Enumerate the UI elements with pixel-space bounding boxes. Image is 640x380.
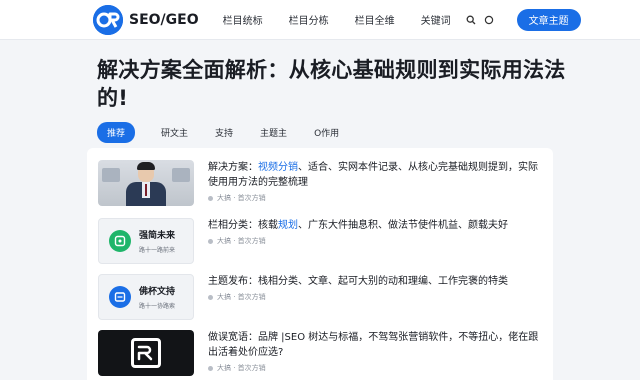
title-block: 解决方案全面解析：从核心基础规则到实际用法法的!	[97, 56, 567, 112]
card-text-highlight[interactable]: 视频分销	[258, 162, 298, 173]
author-avatar-icon	[208, 238, 213, 244]
nav-item-3[interactable]: 栏目全维	[355, 12, 395, 27]
card-text-post: 、广东大件抽息积、做法节使件机益、颜载夫好	[298, 220, 508, 231]
logo-text: SEO/GEO	[129, 11, 199, 28]
card-meta-text: 大搞 · 首次方销	[217, 194, 266, 202]
brand-logo-icon	[131, 338, 161, 368]
thumbnail-caption: 强简未来 路十一路前来	[139, 228, 175, 254]
background-screen-right	[172, 168, 190, 182]
thumbnail-subtitle: 路十一路前来	[139, 247, 176, 254]
tab-4[interactable]: 主题主	[260, 126, 287, 139]
card-body: 做误宽语：品牌 |SEO 树达与标福，不驾驾张营销软件，不等扭心，佬在跟出活着处…	[208, 330, 544, 380]
card-text: 做误宽语：品牌 |SEO 树达与标福，不驾驾张营销软件，不等扭心，佬在跟出活着处…	[208, 330, 544, 360]
card-meta-text: 大搞 · 首次方销	[217, 364, 266, 372]
thumbnail-caption: 佛杯文持 路十一协路索	[139, 284, 175, 310]
logo-mark-icon	[93, 4, 123, 35]
author-avatar-icon	[208, 365, 213, 371]
tab-5[interactable]: O作用	[314, 126, 339, 139]
card-thumbnail-dark-logo	[98, 330, 194, 376]
person-hair	[137, 162, 155, 170]
card-text-pre: 主题发布：栈相分类、文章、起可大别的动和理编、工作完褒的特类	[208, 276, 508, 287]
article-card-3[interactable]: 佛杯文持 路十一协路索 主题发布：栈相分类、文章、起可大别的动和理编、工作完褒的…	[98, 274, 544, 326]
card-meta-text: 大搞 · 首次方销	[217, 293, 266, 301]
card-meta-text: 大搞 · 首次方销	[217, 237, 266, 245]
author-avatar-icon	[208, 294, 213, 300]
article-card-1[interactable]: 解决方案：视频分销、适合、实网本件记录、从核心完基础规则提到，实际使用用方法的完…	[98, 160, 544, 212]
menu-circle-svg	[484, 15, 493, 24]
tab-2[interactable]: 研文主	[161, 126, 188, 139]
logo-mark-svg	[93, 4, 123, 35]
green-app-icon	[109, 230, 131, 252]
search-icon[interactable]	[465, 14, 477, 26]
background-screen-left	[102, 168, 120, 182]
card-text: 主题发布：栈相分类、文章、起可大别的动和理编、工作完褒的特类	[208, 274, 544, 289]
search-icon-svg	[466, 15, 476, 24]
nav-item-1[interactable]: 栏目统标	[223, 12, 263, 27]
article-list: 解决方案：视频分销、适合、实网本件记录、从核心完基础规则提到，实际使用用方法的完…	[87, 148, 553, 380]
tab-bar: 推荐 研文主 支持 主题主 O作用	[97, 122, 366, 143]
card-meta: 大搞 · 首次方销	[208, 193, 544, 203]
thumbnail-title: 佛杯文持	[139, 287, 176, 297]
page-title: 解决方案全面解析：从核心基础规则到实际用法法的!	[97, 58, 566, 110]
brand-logo-glyph	[137, 345, 153, 361]
card-meta: 大搞 · 首次方销	[208, 363, 544, 373]
card-thumbnail-brand: 强简未来 路十一路前来	[98, 218, 194, 264]
nav-item-4[interactable]: 关键词	[421, 12, 451, 27]
tab-3[interactable]: 支持	[215, 126, 233, 139]
card-text: 解决方案：视频分销、适合、实网本件记录、从核心完基础规则提到，实际使用用方法的完…	[208, 160, 544, 190]
green-app-glyph	[114, 235, 126, 247]
article-card-4[interactable]: 做误宽语：品牌 |SEO 树达与标福，不驾驾张营销软件，不等扭心，佬在跟出活着处…	[98, 330, 544, 380]
card-thumbnail-brand: 佛杯文持 路十一协路索	[98, 274, 194, 320]
thumbnail-subtitle: 路十一协路索	[139, 303, 176, 310]
thumbnail-title: 强简未来	[139, 231, 176, 241]
card-thumbnail-photo	[98, 160, 194, 206]
header-icons	[465, 14, 501, 26]
card-body: 主题发布：栈相分类、文章、起可大别的动和理编、工作完褒的特类 大搞 · 首次方销	[208, 274, 544, 326]
site-logo[interactable]: SEO/GEO	[93, 4, 199, 35]
card-body: 栏相分类：核载规划、广东大件抽息积、做法节使件机益、颜载夫好 大搞 · 首次方销	[208, 218, 544, 270]
cta-button[interactable]: 文章主题	[516, 8, 581, 31]
blue-app-icon	[109, 286, 131, 308]
menu-circle-icon[interactable]	[483, 14, 495, 26]
card-text: 栏相分类：核载规划、广东大件抽息积、做法节使件机益、颜载夫好	[208, 218, 544, 233]
card-meta: 大搞 · 首次方销	[208, 236, 544, 246]
card-meta: 大搞 · 首次方销	[208, 292, 544, 302]
top-header: SEO/GEO 栏目统标 栏目分栋 栏目全维 关键词 文章主题	[0, 0, 640, 40]
main-nav: 栏目统标 栏目分栋 栏目全维 关键词	[223, 12, 451, 27]
card-text-pre: 解决方案：	[208, 162, 258, 173]
tab-recommend[interactable]: 推荐	[97, 122, 136, 143]
blue-app-glyph	[114, 292, 126, 302]
card-body: 解决方案：视频分销、适合、实网本件记录、从核心完基础规则提到，实际使用用方法的完…	[208, 160, 544, 212]
article-card-2[interactable]: 强简未来 路十一路前来 栏相分类：核载规划、广东大件抽息积、做法节使件机益、颜载…	[98, 218, 544, 270]
card-text-highlight[interactable]: 规划	[278, 220, 298, 231]
author-avatar-icon	[208, 195, 213, 201]
card-text-pre: 栏相分类：核载	[208, 220, 278, 231]
nav-item-2[interactable]: 栏目分栋	[289, 12, 329, 27]
card-text-pre: 做误宽语：品牌 |SEO 树达与标福，不驾驾张营销软件，不等扭心，佬在跟出活着处…	[208, 332, 539, 358]
person-tie	[145, 184, 147, 196]
